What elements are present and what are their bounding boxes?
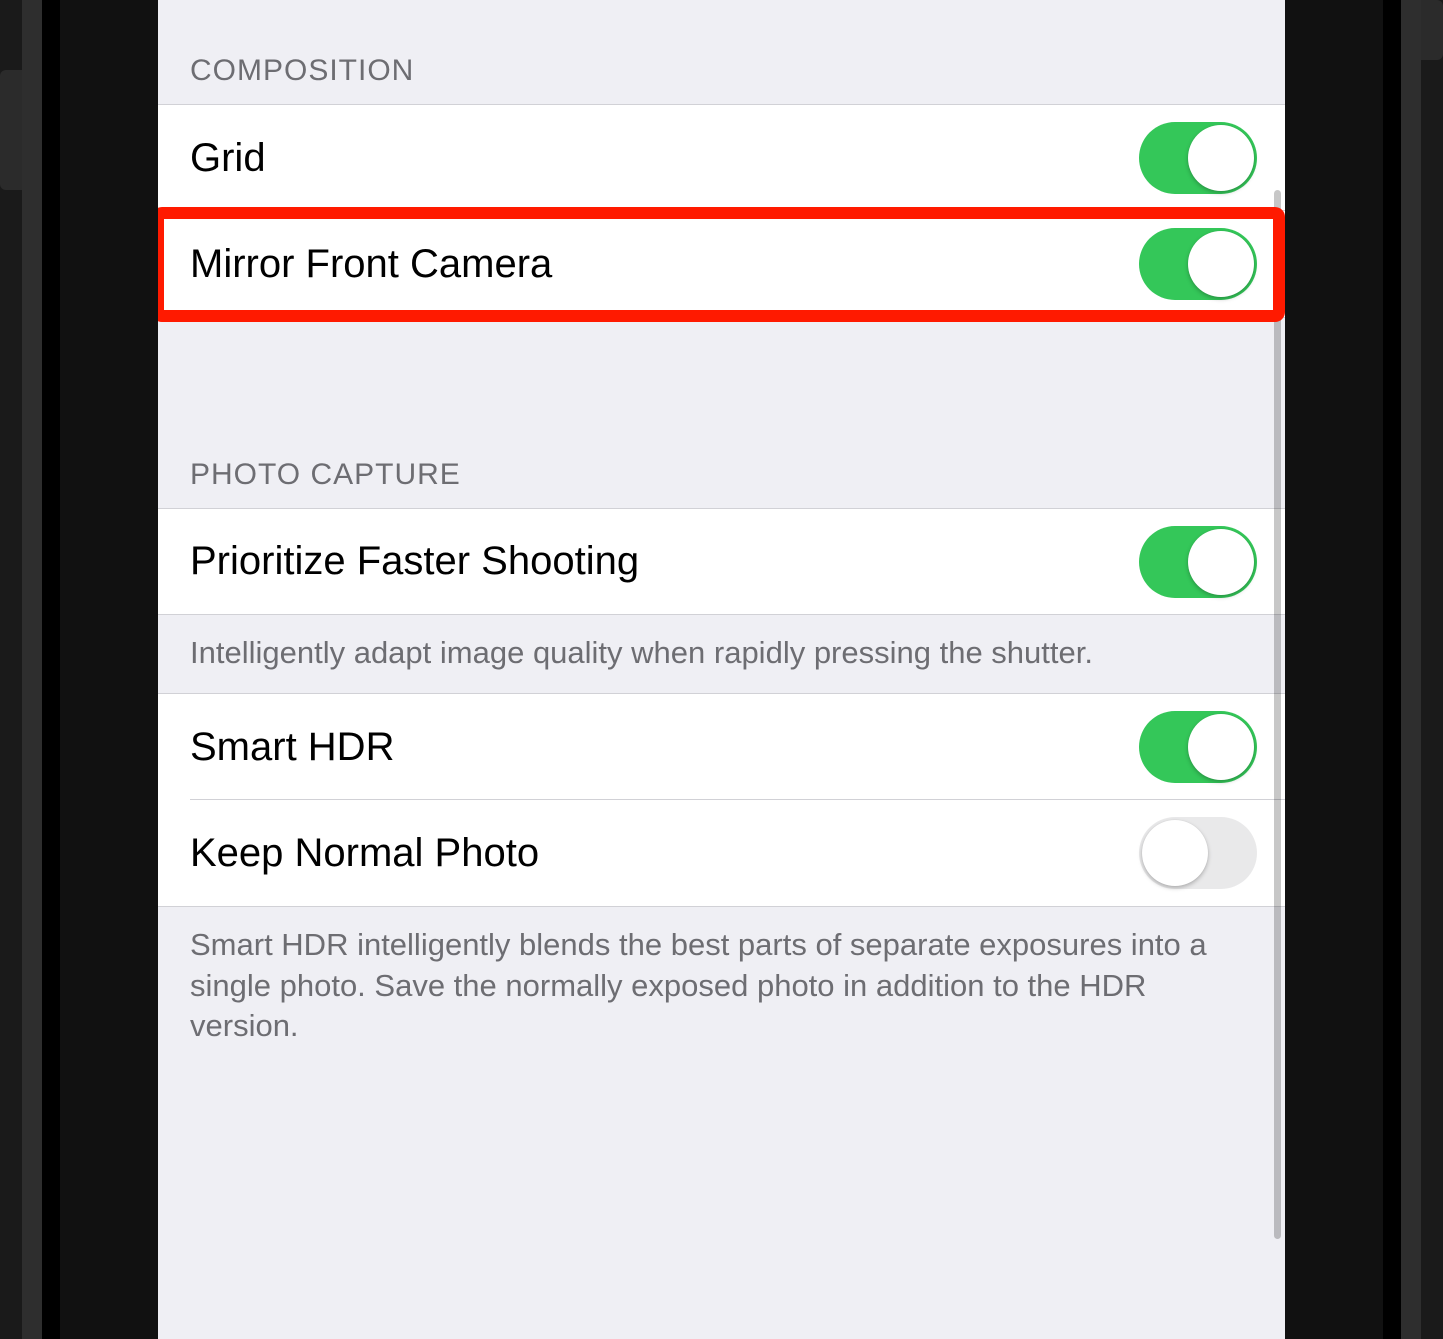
- switch-keep-normal-photo[interactable]: [1139, 817, 1257, 889]
- switch-mirror-front-camera[interactable]: [1139, 228, 1257, 300]
- row-label-mirror: Mirror Front Camera: [190, 242, 552, 287]
- phone-bezel: Composition Grid Mirror Front Camera Pho…: [42, 0, 1401, 1339]
- row-smart-hdr[interactable]: Smart HDR: [158, 693, 1285, 800]
- switch-prioritize-faster-shooting[interactable]: [1139, 526, 1257, 598]
- switch-grid[interactable]: [1139, 122, 1257, 194]
- row-keep-normal-photo[interactable]: Keep Normal Photo: [158, 800, 1285, 907]
- phone-side-button-icon: [0, 70, 22, 190]
- section-header-composition: Composition: [158, 0, 1285, 104]
- row-mirror-front-camera[interactable]: Mirror Front Camera: [158, 211, 1285, 318]
- row-label-smart-hdr: Smart HDR: [190, 725, 394, 770]
- row-label-keep-normal: Keep Normal Photo: [190, 831, 539, 876]
- row-label-prioritize: Prioritize Faster Shooting: [190, 539, 639, 584]
- section-gap: [158, 318, 1285, 408]
- footer-hdr: Smart HDR intelligently blends the best …: [158, 907, 1285, 1066]
- switch-knob-icon: [1188, 714, 1254, 780]
- switch-knob-icon: [1142, 820, 1208, 886]
- phone-body: Composition Grid Mirror Front Camera Pho…: [22, 0, 1421, 1339]
- footer-prioritize: Intelligently adapt image quality when r…: [158, 615, 1285, 693]
- switch-knob-icon: [1188, 125, 1254, 191]
- phone-frame: Composition Grid Mirror Front Camera Pho…: [0, 0, 1443, 1339]
- row-label-grid: Grid: [190, 136, 266, 181]
- row-prioritize-faster-shooting[interactable]: Prioritize Faster Shooting: [158, 508, 1285, 615]
- scrollbar[interactable]: [1274, 190, 1281, 1239]
- switch-smart-hdr[interactable]: [1139, 711, 1257, 783]
- photo-capture-group-1: Prioritize Faster Shooting: [158, 508, 1285, 615]
- photo-capture-group-2: Smart HDR Keep Normal Photo: [158, 693, 1285, 907]
- row-grid[interactable]: Grid: [158, 104, 1285, 211]
- composition-group: Grid Mirror Front Camera: [158, 104, 1285, 318]
- switch-knob-icon: [1188, 529, 1254, 595]
- settings-screen: Composition Grid Mirror Front Camera Pho…: [158, 0, 1285, 1339]
- switch-knob-icon: [1188, 231, 1254, 297]
- section-header-photo-capture: Photo Capture: [158, 408, 1285, 508]
- phone-side-button-right-icon: [1421, 0, 1443, 60]
